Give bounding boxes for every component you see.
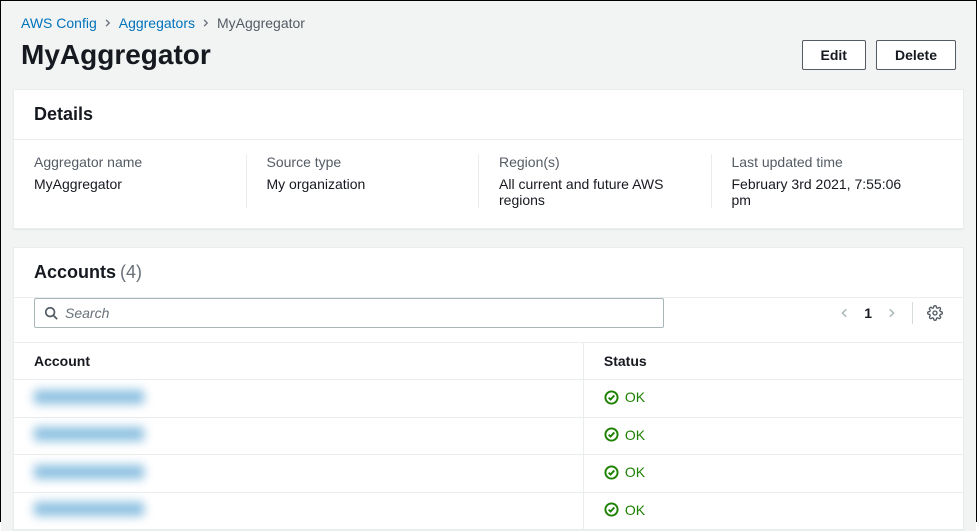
delete-button[interactable]: Delete: [876, 40, 956, 70]
details-panel-title: Details: [14, 90, 963, 140]
check-circle-icon: [604, 465, 619, 480]
status-text: OK: [625, 464, 645, 480]
table-row: OK: [14, 455, 963, 493]
account-id-redacted: [34, 390, 144, 404]
pagination-divider: [912, 302, 913, 324]
account-id-redacted: [34, 465, 144, 479]
check-circle-icon: [604, 427, 619, 442]
prev-page-button[interactable]: [838, 307, 850, 319]
column-header-account[interactable]: Account: [14, 343, 583, 380]
details-panel: Details Aggregator name MyAggregator Sou…: [13, 89, 964, 229]
search-input[interactable]: [34, 298, 664, 328]
breadcrumb-aggregators-link[interactable]: Aggregators: [119, 15, 195, 31]
page-title: MyAggregator: [21, 39, 211, 71]
status-badge: OK: [604, 427, 645, 443]
pagination: 1: [838, 302, 943, 324]
page-number: 1: [864, 305, 872, 321]
account-id-redacted: [34, 427, 144, 441]
accounts-panel-title: Accounts: [34, 262, 116, 283]
table-row: OK: [14, 417, 963, 455]
search-icon: [44, 306, 58, 320]
detail-value-aggregator-name: MyAggregator: [34, 176, 226, 192]
check-circle-icon: [604, 390, 619, 405]
breadcrumb: AWS Config Aggregators MyAggregator: [1, 1, 976, 35]
status-text: OK: [625, 502, 645, 518]
chevron-right-icon: [103, 18, 113, 28]
accounts-count: (4): [120, 262, 142, 283]
status-badge: OK: [604, 389, 645, 405]
status-badge: OK: [604, 502, 645, 518]
table-row: OK: [14, 380, 963, 418]
detail-label-aggregator-name: Aggregator name: [34, 154, 226, 170]
chevron-right-icon: [201, 18, 211, 28]
check-circle-icon: [604, 502, 619, 517]
detail-label-regions: Region(s): [499, 154, 691, 170]
edit-button[interactable]: Edit: [802, 40, 866, 70]
status-text: OK: [625, 389, 645, 405]
detail-label-last-updated: Last updated time: [732, 154, 924, 170]
accounts-table: Account Status OK OK: [14, 342, 963, 530]
header-actions: Edit Delete: [802, 40, 956, 70]
account-id-redacted: [34, 502, 144, 516]
detail-label-source-type: Source type: [267, 154, 459, 170]
breadcrumb-current: MyAggregator: [217, 15, 305, 31]
table-row: OK: [14, 492, 963, 530]
settings-button[interactable]: [927, 305, 943, 321]
next-page-button[interactable]: [886, 307, 898, 319]
column-header-status[interactable]: Status: [583, 343, 963, 380]
status-badge: OK: [604, 464, 645, 480]
breadcrumb-root-link[interactable]: AWS Config: [21, 15, 97, 31]
status-text: OK: [625, 427, 645, 443]
detail-value-regions: All current and future AWS regions: [499, 176, 691, 208]
detail-value-source-type: My organization: [267, 176, 459, 192]
detail-value-last-updated: February 3rd 2021, 7:55:06 pm: [732, 176, 924, 208]
accounts-panel: Accounts (4) 1: [13, 247, 964, 531]
